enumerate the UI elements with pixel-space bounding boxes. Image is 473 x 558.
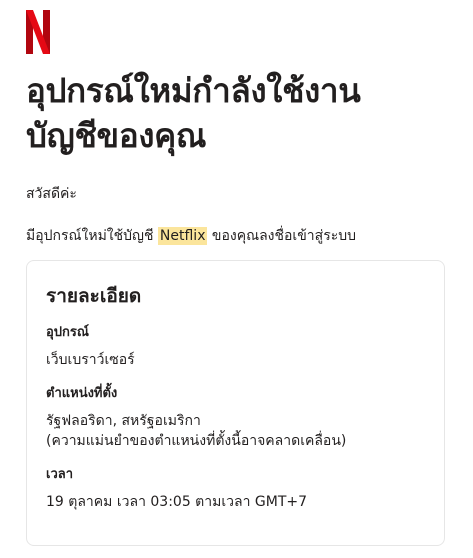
brand-name: Netflix	[157, 227, 208, 245]
time-label: เวลา	[46, 467, 74, 482]
device-field: อุปกรณ์ เว็บเบราว์เซอร์	[46, 324, 424, 370]
greeting: สวัสดีค่ะ	[26, 186, 77, 202]
location-field: ตำแหน่งที่ตั้ง รัฐฟลอริดา, สหรัฐอเมริกา …	[46, 385, 424, 451]
message-text-after: ของคุณลงชื่อเข้าสู่ระบบ	[207, 228, 357, 244]
headline-line-1: อุปกรณ์ใหม่กำลังใช้งาน	[26, 71, 361, 110]
location-value: รัฐฟลอริดา, สหรัฐอเมริกา	[46, 413, 201, 429]
time-field: เวลา 19 ตุลาคม เวลา 03:05 ตามเวลา GMT+7	[46, 466, 424, 512]
device-label: อุปกรณ์	[46, 325, 89, 340]
email-body: อุปกรณ์ใหม่กำลังใช้งาน บัญชีของคุณ สวัสด…	[0, 0, 473, 558]
message-text-before: มีอุปกรณ์ใหม่ใช้บัญชี	[26, 228, 158, 244]
location-note: (ความแม่นยำของตำแหน่งที่ตั้งนี้อาจคลาดเค…	[46, 433, 347, 449]
location-label: ตำแหน่งที่ตั้ง	[46, 386, 118, 401]
netflix-n-logo-icon	[26, 10, 50, 54]
message: มีอุปกรณ์ใหม่ใช้บัญชี Netflix ของคุณลงชื…	[26, 226, 445, 246]
page-title: อุปกรณ์ใหม่กำลังใช้งาน บัญชีของคุณ	[26, 68, 445, 158]
details-title: รายละเอียด	[46, 285, 142, 307]
time-value: 19 ตุลาคม เวลา 03:05 ตามเวลา GMT+7	[46, 494, 308, 510]
location-value-block: รัฐฟลอริดา, สหรัฐอเมริกา (ความแม่นยำของต…	[46, 411, 424, 451]
details-card: รายละเอียด อุปกรณ์ เว็บเบราว์เซอร์ ตำแหน…	[26, 260, 445, 546]
headline-line-2: บัญชีของคุณ	[26, 116, 207, 155]
device-value: เว็บเบราว์เซอร์	[46, 352, 135, 368]
